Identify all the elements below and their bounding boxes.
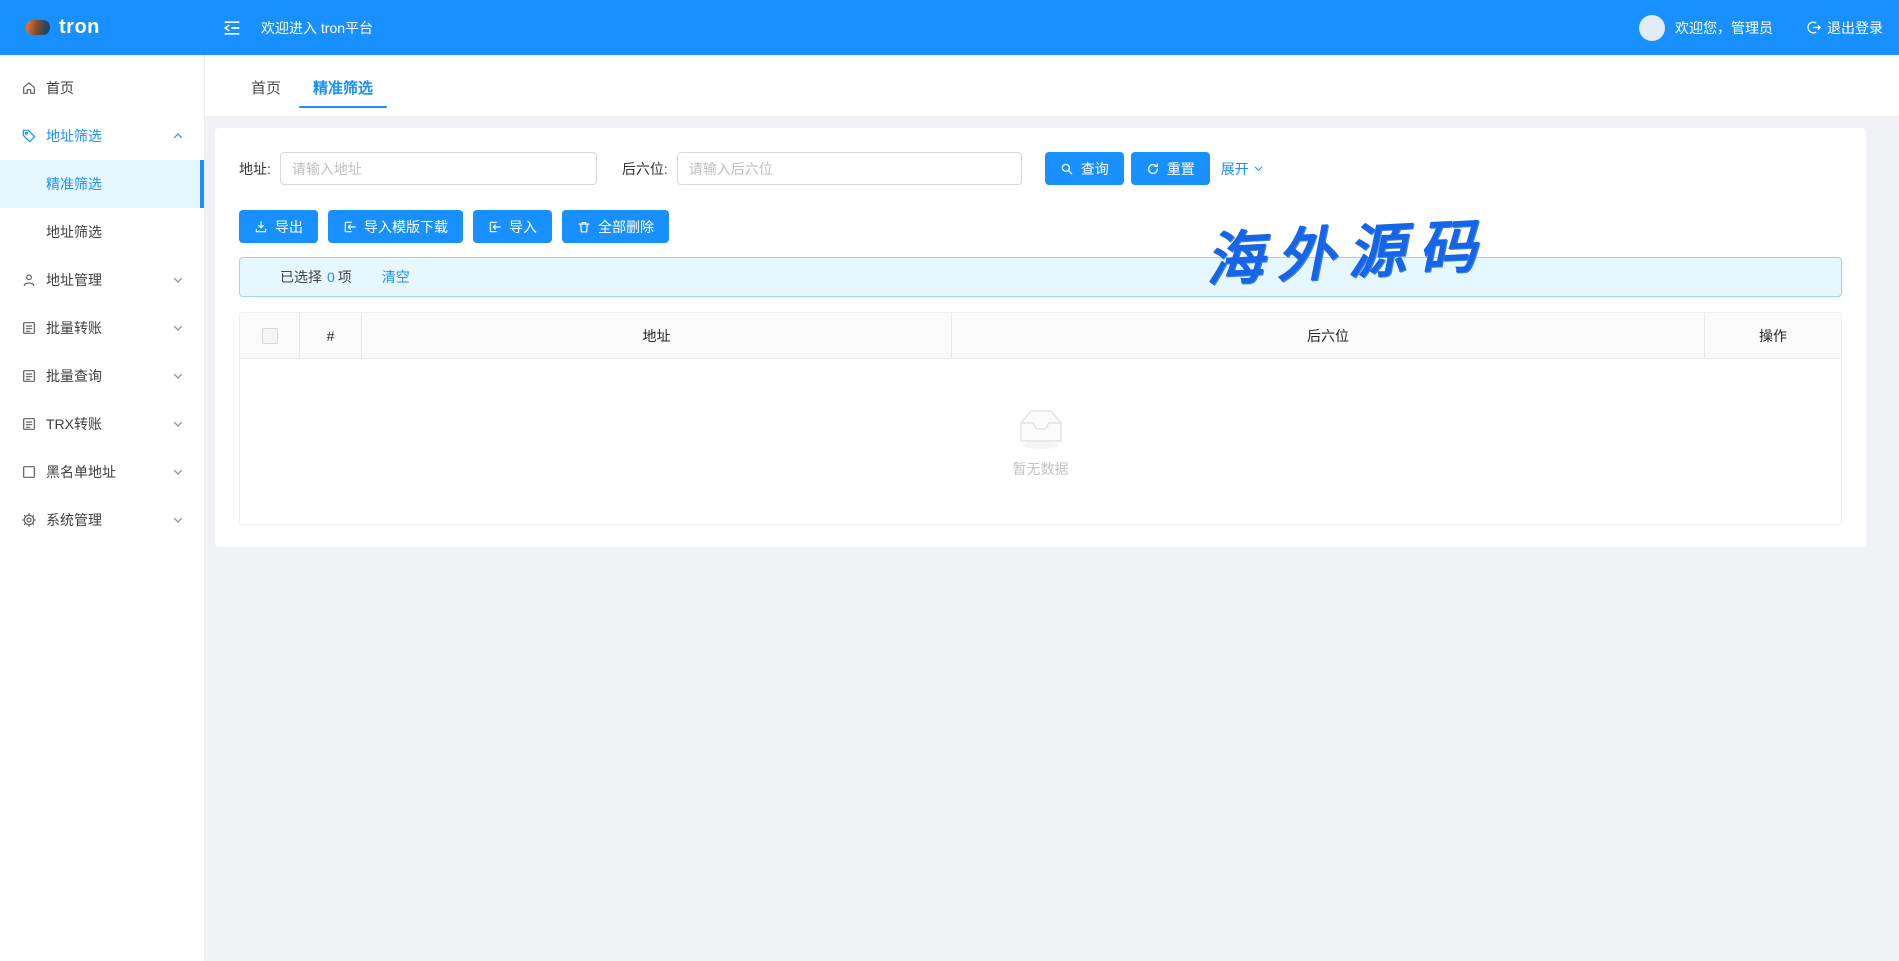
square-icon bbox=[21, 464, 37, 480]
address-label: 地址: bbox=[239, 159, 271, 179]
template-download-button-label: 导入模版下载 bbox=[364, 217, 448, 237]
selected-suffix: 项 bbox=[338, 267, 352, 287]
chevron-down-icon bbox=[172, 370, 184, 382]
user-greeting: 欢迎您，管理员 bbox=[1675, 18, 1773, 38]
sidebar-item-address-manage[interactable]: 地址管理 bbox=[0, 256, 204, 304]
table-empty-state: 暂无数据 bbox=[240, 359, 1841, 524]
import-button[interactable]: 导入 bbox=[473, 210, 552, 243]
export-button[interactable]: 导出 bbox=[239, 210, 318, 243]
column-header-suffix: 后六位 bbox=[952, 313, 1705, 358]
logout-icon bbox=[1807, 20, 1822, 35]
tag-icon bbox=[21, 128, 37, 144]
sidebar-item-label: 系统管理 bbox=[46, 510, 102, 530]
reset-button-label: 重置 bbox=[1167, 159, 1195, 179]
sidebar-item-blacklist[interactable]: 黑名单地址 bbox=[0, 448, 204, 496]
suffix-label: 后六位: bbox=[622, 159, 668, 179]
chevron-down-icon bbox=[172, 322, 184, 334]
logout-label: 退出登录 bbox=[1827, 18, 1883, 38]
delete-all-button[interactable]: 全部删除 bbox=[562, 210, 669, 243]
reset-button[interactable]: 重置 bbox=[1131, 152, 1210, 185]
list-icon bbox=[21, 320, 37, 336]
expand-link[interactable]: 展开 bbox=[1221, 159, 1264, 179]
sidebar-item-system-manage[interactable]: 系统管理 bbox=[0, 496, 204, 544]
tab-precise-filter[interactable]: 精准筛选 bbox=[297, 59, 389, 116]
import-icon bbox=[488, 220, 502, 234]
logo-icon bbox=[26, 20, 50, 35]
sidebar-item-label: 地址筛选 bbox=[46, 126, 102, 146]
filter-form: 地址: 后六位: 查询 重置 展开 bbox=[239, 152, 1842, 185]
empty-box-icon bbox=[1009, 405, 1073, 451]
search-icon bbox=[1060, 162, 1074, 176]
sidebar-item-batch-query[interactable]: 批量查询 bbox=[0, 352, 204, 400]
search-button-label: 查询 bbox=[1081, 159, 1109, 179]
download-icon bbox=[254, 220, 268, 234]
delete-all-button-label: 全部删除 bbox=[598, 217, 654, 237]
sidebar-item-home[interactable]: 首页 bbox=[0, 64, 204, 112]
chevron-down-icon bbox=[172, 274, 184, 286]
filter-card: 地址: 后六位: 查询 重置 展开 bbox=[215, 128, 1866, 547]
select-all-checkbox[interactable] bbox=[262, 328, 278, 344]
tab-label: 首页 bbox=[251, 77, 281, 98]
tab-home[interactable]: 首页 bbox=[235, 59, 297, 116]
content-area: 地址: 后六位: 查询 重置 展开 bbox=[205, 117, 1899, 961]
sidebar-item-label: 批量查询 bbox=[46, 366, 102, 386]
template-download-button[interactable]: 导入模版下载 bbox=[328, 210, 463, 243]
sidebar-subitem-label: 地址筛选 bbox=[46, 222, 102, 242]
sidebar-item-label: 批量转账 bbox=[46, 318, 102, 338]
clear-selection-link[interactable]: 清空 bbox=[382, 267, 410, 287]
toolbar: 导出 导入模版下载 导入 全部删除 bbox=[239, 210, 1842, 243]
column-header-actions: 操作 bbox=[1705, 313, 1841, 358]
user-icon bbox=[21, 272, 37, 288]
logo: tron bbox=[0, 16, 205, 39]
sidebar-item-label: TRX转账 bbox=[46, 414, 102, 434]
gear-icon bbox=[21, 512, 37, 528]
chevron-down-icon bbox=[1253, 163, 1264, 174]
logout-button[interactable]: 退出登录 bbox=[1807, 18, 1883, 38]
data-table: # 地址 后六位 操作 暂无数据 bbox=[239, 312, 1842, 525]
suffix-input[interactable] bbox=[677, 152, 1022, 185]
app-header: tron 欢迎进入 tron平台 欢迎您，管理员 退出登录 bbox=[0, 0, 1899, 55]
select-all-cell bbox=[240, 313, 300, 358]
list-icon bbox=[21, 368, 37, 384]
list-icon bbox=[21, 416, 37, 432]
export-button-label: 导出 bbox=[275, 217, 303, 237]
tabbar: 首页 精准筛选 bbox=[205, 55, 1899, 117]
chevron-up-icon bbox=[172, 130, 184, 142]
selection-bar: 已选择 0 项 清空 bbox=[239, 257, 1842, 297]
chevron-down-icon bbox=[172, 418, 184, 430]
sidebar: 首页 地址筛选 精准筛选 地址筛选 地址管理 批量转账 bbox=[0, 55, 205, 961]
sidebar-subitem-label: 精准筛选 bbox=[46, 174, 102, 194]
sidebar-item-batch-transfer[interactable]: 批量转账 bbox=[0, 304, 204, 352]
import-icon bbox=[343, 220, 357, 234]
selected-count: 0 bbox=[327, 269, 335, 285]
welcome-text: 欢迎进入 tron平台 bbox=[261, 18, 373, 38]
avatar[interactable] bbox=[1639, 15, 1665, 41]
column-header-index: # bbox=[300, 313, 362, 358]
sidebar-item-address-filter-group[interactable]: 地址筛选 bbox=[0, 112, 204, 160]
sidebar-collapse-icon[interactable] bbox=[219, 15, 245, 41]
logo-text: tron bbox=[59, 16, 100, 39]
reload-icon bbox=[1146, 162, 1160, 176]
sidebar-item-label: 首页 bbox=[46, 78, 74, 98]
sidebar-subitem-address-filter[interactable]: 地址筛选 bbox=[0, 208, 204, 256]
column-header-address: 地址 bbox=[362, 313, 952, 358]
selected-prefix: 已选择 bbox=[280, 267, 322, 287]
tab-label: 精准筛选 bbox=[313, 77, 373, 98]
table-header-row: # 地址 后六位 操作 bbox=[240, 313, 1841, 359]
sidebar-subitem-precise-filter[interactable]: 精准筛选 bbox=[0, 160, 204, 208]
empty-text: 暂无数据 bbox=[1013, 459, 1069, 479]
expand-link-label: 展开 bbox=[1221, 159, 1249, 179]
sidebar-item-label: 黑名单地址 bbox=[46, 462, 116, 482]
search-button[interactable]: 查询 bbox=[1045, 152, 1124, 185]
import-button-label: 导入 bbox=[509, 217, 537, 237]
address-input[interactable] bbox=[280, 152, 597, 185]
sidebar-item-trx-transfer[interactable]: TRX转账 bbox=[0, 400, 204, 448]
home-icon bbox=[21, 80, 37, 96]
trash-icon bbox=[577, 220, 591, 234]
chevron-down-icon bbox=[172, 514, 184, 526]
user-area: 欢迎您，管理员 退出登录 bbox=[1639, 15, 1899, 41]
sidebar-item-label: 地址管理 bbox=[46, 270, 102, 290]
chevron-down-icon bbox=[172, 466, 184, 478]
